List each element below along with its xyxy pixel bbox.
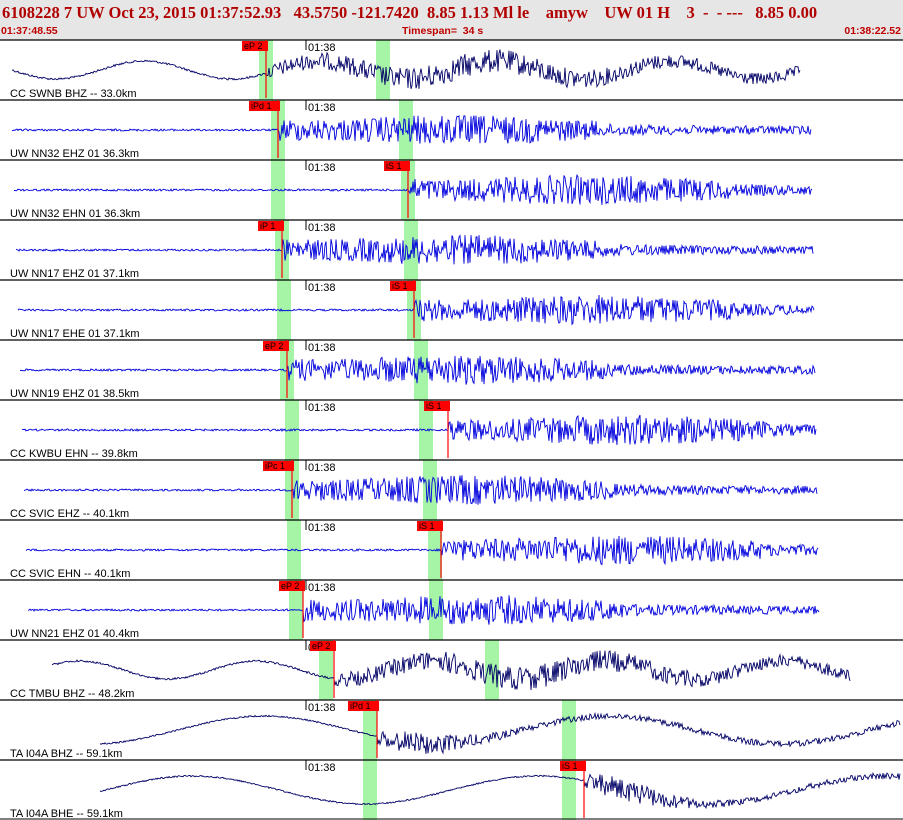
minute-tick-label: 01:38	[308, 462, 336, 474]
pick-window	[414, 340, 428, 400]
minute-tick-label: 01:38	[308, 42, 336, 54]
channel-label: CC SVIC EHZ -- 40.1km	[10, 508, 129, 520]
minute-tick-label: 01:38	[308, 522, 336, 534]
minute-tick-label: 01:38	[308, 582, 336, 594]
trace-row[interactable]: 01:38 iPd 1 UW NN32 EHZ 01 36.3km	[0, 99, 903, 160]
waveform	[51, 650, 851, 690]
trace-row[interactable]: 01:38 iS 1 UW NN17 EHE 01 37.1km	[0, 279, 903, 340]
minute-tick-label: 01:38	[308, 102, 336, 114]
pick-flag-label: eP 2	[244, 41, 262, 51]
channel-label: CC TMBU BHZ -- 48.2km	[10, 688, 134, 700]
pick-flag-label: iPd 1	[350, 701, 371, 711]
minute-tick-label: 01:38	[308, 762, 336, 774]
minute-tick-label: 01:38	[308, 702, 336, 714]
pick-flag-label: iS 1	[419, 521, 435, 531]
pick-window	[423, 460, 437, 520]
minute-tick-label: 01:38	[308, 162, 336, 174]
waveform	[99, 771, 901, 810]
waveform	[25, 535, 819, 566]
pick-flag-label: eP 2	[281, 581, 299, 591]
pick-window	[562, 700, 576, 760]
trace-row[interactable]: 01:38 iPc 1 CC SVIC EHZ -- 40.1km	[0, 459, 903, 520]
pick-flag-label: eP 2	[265, 341, 283, 351]
trace-row[interactable]: 01:38 iPd 1 TA I04A BHZ -- 59.1km	[0, 699, 903, 760]
channel-label: UW NN32 EHN 01 36.3km	[10, 208, 140, 220]
trace-row[interactable]: 01:38 iS 1 UW NN32 EHN 01 36.3km	[0, 159, 903, 220]
trace-row[interactable]: 01:38 iS 1 CC KWBU EHN -- 39.8km	[0, 399, 903, 460]
channel-label: TA I04A BHE -- 59.1km	[10, 808, 123, 820]
minute-tick-label: 01:38	[308, 402, 336, 414]
pick-flag-label: iS 1	[562, 761, 578, 771]
channel-label: TA I04A BHZ -- 59.1km	[10, 748, 122, 760]
trace-row[interactable]: 01:38 eP 2 UW NN21 EHZ 01 40.4km	[0, 579, 903, 640]
pick-flag-label: iS 1	[386, 161, 402, 171]
minute-tick-label: 01:38	[308, 282, 336, 294]
seismogram-panel[interactable]: 01:38 eP 2 CC SWNB BHZ -- 33.0km 01:38 iPd 1…	[0, 0, 903, 820]
pick-flag-label: iS 1	[426, 401, 442, 411]
trace-row[interactable]: 01:38 eP 2 UW NN19 EHZ 01 38.5km	[0, 339, 903, 400]
channel-label: UW NN17 EHZ 01 37.1km	[10, 268, 139, 280]
trace-row[interactable]: 01:38 iS 1 TA I04A BHE -- 59.1km	[0, 759, 903, 820]
minute-tick-label: 01:38	[308, 222, 336, 234]
trace-row[interactable]: 01:38eP 2CC TMBU BHZ -- 48.2km	[0, 639, 903, 700]
waveform	[11, 49, 801, 89]
pick-window	[363, 760, 377, 820]
channel-label: UW NN21 EHZ 01 40.4km	[10, 628, 139, 640]
pick-flag-label: eP 2	[312, 641, 330, 651]
channel-label: UW NN17 EHE 01 37.1km	[10, 328, 140, 340]
pick-flag-label: iPd 1	[251, 101, 272, 111]
pick-flag-label: iS 1	[392, 281, 408, 291]
channel-label: CC SWNB BHZ -- 33.0km	[10, 88, 137, 100]
trace-row[interactable]: 01:38 iS 1 CC SVIC EHN -- 40.1km	[0, 519, 903, 580]
waveform	[99, 711, 901, 755]
channel-label: UW NN19 EHZ 01 38.5km	[10, 388, 139, 400]
channel-label: CC SVIC EHN -- 40.1km	[10, 568, 130, 580]
pick-flag-label: iPc 1	[265, 461, 285, 471]
channel-label: UW NN32 EHZ 01 36.3km	[10, 148, 139, 160]
waveform	[27, 595, 820, 625]
waveform	[23, 475, 818, 505]
trace-row[interactable]: 01:38 iP 1 UW NN17 EHZ 01 37.1km	[0, 219, 903, 280]
channel-label: CC KWBU EHN -- 39.8km	[10, 448, 138, 460]
pick-flag-label: iP 1	[260, 221, 275, 231]
trace-row[interactable]: 01:38 eP 2 CC SWNB BHZ -- 33.0km	[0, 39, 903, 100]
minute-tick-label: 01:38	[308, 342, 336, 354]
